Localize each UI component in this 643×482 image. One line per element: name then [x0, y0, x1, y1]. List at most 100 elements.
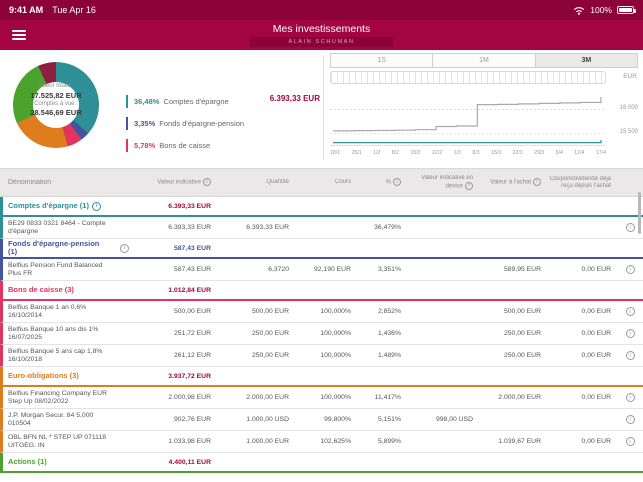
group-label: Comptes d'épargne (1) [8, 201, 89, 210]
empty-cell [404, 247, 476, 249]
empty-cell [214, 247, 292, 249]
header-info-icon[interactable]: i [533, 178, 541, 187]
row-info-icon[interactable]: i [625, 415, 635, 424]
group-label-cell: Actions (1) [3, 457, 132, 467]
group-header-row[interactable]: Comptes d'épargne (1) i 6.393,33 EUR [0, 197, 643, 217]
row-info-icon[interactable]: i [625, 265, 635, 274]
cours [292, 227, 354, 229]
position-row[interactable]: OBL BFN NL * STEP UP 071118 UITGEG. IN 1.… [0, 431, 643, 453]
group-label-cell: Bons de caisse (3) [3, 285, 132, 295]
valeur-indicative-devise [404, 397, 476, 399]
range-tab-1m[interactable]: 1M [433, 53, 536, 68]
group-label-cell: Euro-obligations (3) [3, 371, 132, 381]
group-info-icon[interactable]: i [120, 243, 129, 253]
row-info-cell: i [614, 436, 643, 447]
group-header-row[interactable]: Euro-obligations (3) 3.937,72 EUR [0, 367, 643, 387]
x-tick-label: 15/2 [410, 150, 421, 156]
x-tick-label: 22/3 [512, 150, 523, 156]
row-info-icon[interactable]: i [625, 393, 635, 402]
panel-divider [323, 55, 324, 160]
total-value: 17.525,82 EUR [30, 90, 82, 100]
row-info-icon[interactable]: i [625, 223, 635, 232]
empty-cell [404, 289, 476, 291]
scrollbar[interactable] [638, 192, 641, 234]
group-total-value: 6.393,33 EUR [168, 202, 211, 210]
empty-cell [354, 289, 404, 291]
column-header: Valeur indicative en devise i [421, 174, 473, 190]
position-row[interactable]: BE29 0833 0321 8464 - Compte d'épargne 6.… [0, 217, 643, 239]
empty-cell [614, 375, 643, 377]
group-header-row[interactable]: Actions (1) 4.400,11 EUR [0, 453, 643, 473]
value-line-chart[interactable] [330, 90, 606, 146]
table-header: Dénomination Valeur indicative i Quantité Co… [0, 169, 643, 197]
empty-cell [544, 247, 614, 249]
sight-accounts-value: 28.546,69 EUR [30, 108, 82, 118]
empty-cell [214, 289, 292, 291]
empty-cell [214, 461, 292, 463]
empty-cell [354, 205, 404, 207]
denomination: J.P. Morgan Secur. 84 5,000 010504 [8, 411, 94, 427]
coupon-dividende: 0,00 EUR [581, 394, 611, 401]
legend-label: Comptes d'épargne [163, 96, 229, 106]
group-header-row[interactable]: Fonds d'épargne-pension (1) i 587,43 EUR [0, 239, 643, 259]
legend-percent: 36,48% [134, 96, 160, 106]
position-row[interactable]: Belfius Banque 10 ans dis 1% 16/07/2025 2… [0, 323, 643, 345]
cours: 100,000% [320, 394, 351, 401]
denomination: BE29 0833 0321 8464 - Compte d'épargne [8, 219, 106, 235]
row-info-icon[interactable]: i [625, 307, 635, 316]
header-info-icon[interactable]: i [203, 178, 211, 187]
x-tick-label: 22/2 [432, 150, 443, 156]
wifi-icon [574, 6, 585, 15]
group-header-row[interactable]: Bons de caisse (3) 1.012,84 EUR [0, 281, 643, 301]
position-row[interactable]: Belfius Banque 5 ans cap 1,8% 16/10/2018… [0, 345, 643, 367]
valeur-indicative: 1.033,98 EUR [168, 438, 211, 445]
valeur-indicative-devise [404, 227, 476, 229]
legend-item[interactable]: 3,35% Fonds d'épargne-pension [126, 112, 320, 134]
valeur-achat: 250,00 EUR [503, 352, 541, 359]
range-tab-3m[interactable]: 3M [535, 53, 638, 68]
percent: 5,151% [377, 416, 401, 423]
empty-cell [214, 375, 292, 377]
legend-label: Fonds d'épargne-pension [159, 118, 245, 128]
position-row[interactable]: Belfius Banque 1 an 0,6% 16/10/2014 500,0… [0, 301, 643, 323]
row-info-icon[interactable]: i [625, 351, 635, 360]
user-name: ALAIN SCHUMAN [250, 37, 393, 47]
header-info-icon[interactable]: i [393, 178, 401, 187]
group-info-icon[interactable]: i [91, 201, 101, 211]
quantite: 6.393,33 EUR [246, 224, 289, 231]
x-tick-label: 1/2 [373, 150, 381, 156]
coupon-dividende: 0,00 EUR [581, 266, 611, 273]
position-row[interactable]: J.P. Morgan Secur. 84 5,000 010504 902,76… [0, 409, 643, 431]
battery-percent: 100% [590, 5, 612, 15]
allocation-legend: 6.393,33 EUR 36,48% Comptes d'épargne 3,35… [126, 90, 320, 156]
column-header: Coupon/dividende déjà reçu depuis l'acha… [549, 175, 611, 189]
valeur-indicative-devise [404, 355, 476, 357]
empty-cell [544, 205, 614, 207]
header-info-icon[interactable]: i [465, 181, 473, 190]
column-header: Quantité [266, 179, 289, 185]
row-info-cell: i [614, 264, 643, 275]
empty-cell [544, 461, 614, 463]
total-label: Valeur totale : [37, 83, 75, 89]
denomination: Belfius Banque 5 ans cap 1,8% 16/10/2018 [8, 347, 103, 363]
group-total-value: 587,43 EUR [173, 244, 211, 252]
x-tick-label: 29/3 [534, 150, 545, 156]
empty-cell [544, 289, 614, 291]
position-row[interactable]: Belfius Financing Company EUR Step Up 08… [0, 387, 643, 409]
quantite: 500,00 EUR [251, 308, 289, 315]
empty-cell [476, 289, 544, 291]
legend-percent: 5,78% [134, 140, 156, 150]
chart-scrubber[interactable] [330, 71, 606, 84]
row-info-icon[interactable]: i [625, 329, 635, 338]
investments-table-body: Comptes d'épargne (1) i 6.393,33 EUR BE29 0… [0, 197, 643, 473]
empty-cell [354, 375, 404, 377]
legend-item[interactable]: 5,78% Bons de caisse [126, 134, 320, 156]
menu-icon[interactable] [12, 30, 26, 42]
column-header: Valeur à l'achat i [476, 178, 544, 187]
empty-cell [614, 247, 643, 249]
range-tab-1s[interactable]: 1S [330, 53, 434, 68]
row-info-icon[interactable]: i [625, 437, 635, 446]
position-row[interactable]: Belfius Pension Fund Balanced Plus FR 587… [0, 259, 643, 281]
y-tick-label: 15 500 [619, 129, 638, 135]
coupon-dividende: 0,00 EUR [581, 352, 611, 359]
